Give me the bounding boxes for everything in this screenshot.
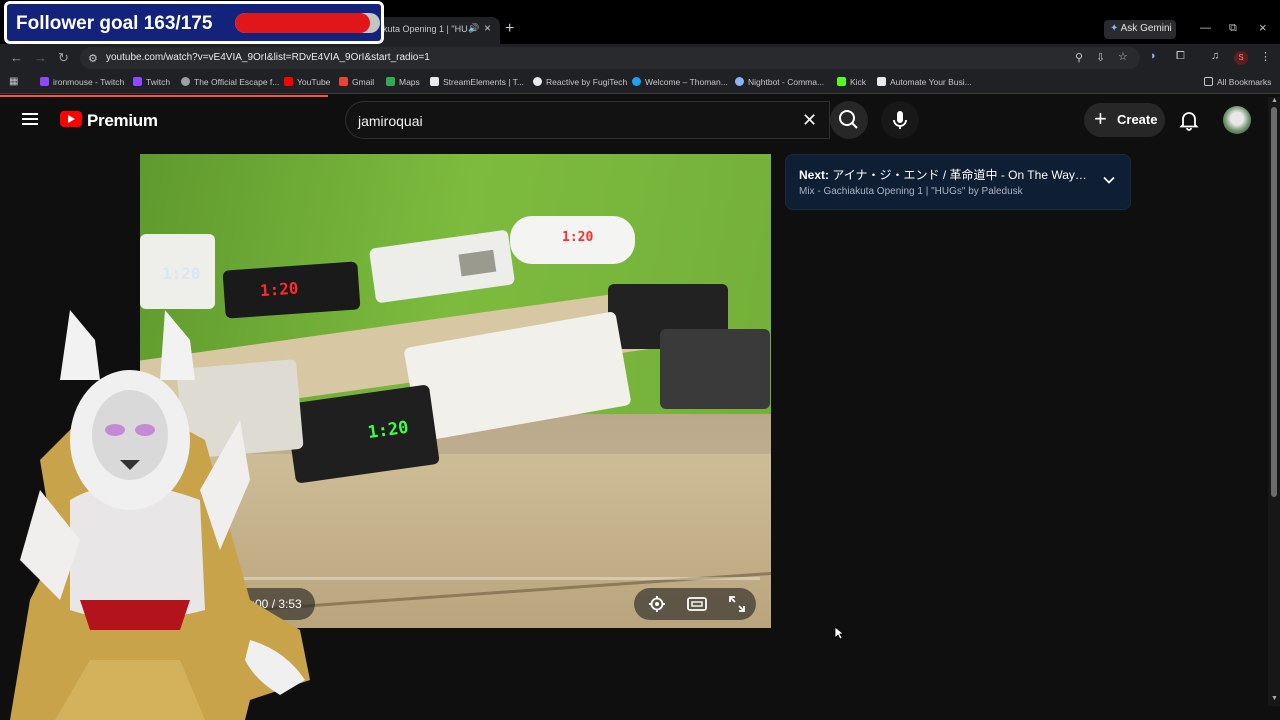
settings-gear-icon[interactable]	[648, 595, 666, 613]
streamelements-icon	[430, 77, 439, 86]
bookmarks-bar: ▦ ironmouse - Twitch Twitch The Official…	[0, 72, 1280, 94]
restore-icon[interactable]: ⧉	[1229, 22, 1237, 35]
install-icon[interactable]: ⇩	[1096, 51, 1105, 64]
follower-goal-widget: Follower goal 163/175	[4, 1, 384, 44]
thoman-icon	[632, 77, 641, 86]
create-label: Create	[1117, 112, 1158, 127]
scroll-down-icon[interactable]: ▼	[1271, 695, 1278, 702]
fullscreen-icon[interactable]	[728, 595, 746, 613]
kick-icon	[837, 77, 846, 86]
bookmark-automate[interactable]: Automate Your Busi...	[877, 77, 972, 87]
bookmark-kick[interactable]: Kick	[837, 77, 866, 87]
create-button[interactable]: + Create	[1084, 103, 1165, 137]
voice-search-button[interactable]	[881, 101, 919, 139]
scroll-thumb[interactable]	[1271, 107, 1277, 497]
youtube-icon	[284, 77, 293, 86]
video-frame-clock: 1:20	[140, 234, 215, 309]
player-controls	[634, 588, 756, 620]
reload-icon[interactable]: ↻	[58, 50, 69, 66]
youtube-header: Premium jamiroquai ✕ + Create	[0, 97, 1268, 143]
new-tab-button[interactable]: +	[505, 20, 514, 38]
chevron-down-icon[interactable]	[1102, 173, 1116, 187]
folder-icon	[1204, 77, 1213, 86]
bookmark-youtube[interactable]: YouTube	[284, 77, 330, 87]
menu-kebab-icon[interactable]: ⋮	[1260, 50, 1271, 63]
bookmark-escape[interactable]: The Official Escape f...	[181, 77, 279, 87]
nightbot-icon	[735, 77, 744, 86]
bookmark-streamelements[interactable]: StreamElements | T...	[430, 77, 524, 87]
speaker-icon[interactable]: 🔊	[468, 23, 479, 34]
account-avatar[interactable]	[1223, 106, 1251, 134]
video-frame-clock	[660, 329, 770, 409]
bookmark-reactive[interactable]: Reactive by FugiTech	[533, 77, 627, 87]
up-next-title: Next: アイナ・ジ・エンド / 革命道中 - On The Way [O..…	[799, 166, 1089, 183]
search-input[interactable]: jamiroquai ✕	[345, 101, 830, 139]
scroll-up-icon[interactable]: ▲	[1271, 97, 1278, 104]
up-next-subtitle: Mix - Gachiakuta Opening 1 | "HUGs" by P…	[799, 186, 1023, 197]
vtuber-lion-avatar	[10, 310, 310, 720]
page-scrollbar[interactable]: ▲ ▼	[1268, 97, 1280, 706]
theater-mode-icon[interactable]	[687, 595, 707, 613]
clock-icon	[533, 77, 542, 86]
youtube-premium-brand[interactable]: Premium	[87, 111, 158, 131]
up-next-song: アイナ・ジ・エンド / 革命道中 - On The Way [O...	[832, 168, 1089, 182]
media-control-icon[interactable]: ♫	[1211, 50, 1219, 62]
zoom-icon[interactable]: ⚲	[1075, 51, 1083, 64]
address-bar[interactable]: ⚙ youtube.com/watch?v=vE4VIA_9OrI&list=R…	[80, 47, 1140, 69]
twitch-icon	[133, 77, 142, 86]
twitch-icon	[40, 77, 49, 86]
browser-toolbar: ← → ↻ ⚙ youtube.com/watch?v=vE4VIA_9OrI&…	[0, 44, 1280, 72]
maps-icon	[386, 77, 395, 86]
microphone-icon	[893, 111, 907, 129]
minimize-icon[interactable]: —	[1200, 22, 1211, 34]
extension-icon[interactable]: ◗	[1150, 50, 1157, 62]
tiktok-icon	[877, 77, 886, 86]
extensions-puzzle-icon[interactable]: ⧠	[1176, 50, 1185, 63]
gemini-icon: ✦	[1110, 23, 1119, 34]
ask-gemini-button[interactable]: ✦ Ask Gemini	[1104, 20, 1176, 39]
forward-icon[interactable]: →	[34, 50, 47, 65]
search-query: jamiroquai	[358, 113, 423, 129]
youtube-logo-icon[interactable]	[60, 111, 82, 127]
window-close-icon[interactable]: ×	[1259, 20, 1267, 35]
bookmark-thoman[interactable]: Welcome – Thoman...	[632, 77, 728, 87]
gear-icon	[181, 77, 190, 86]
gmail-icon	[339, 77, 348, 86]
bookmark-maps[interactable]: Maps	[386, 77, 420, 87]
profile-avatar[interactable]: S	[1234, 51, 1248, 65]
bookmark-ironmouse[interactable]: ironmouse - Twitch	[40, 77, 124, 87]
video-frame-clock: 1:20	[510, 216, 635, 264]
up-next-card[interactable]: Next: アイナ・ジ・エンド / 革命道中 - On The Way [O..…	[785, 154, 1131, 210]
url-text: youtube.com/watch?v=vE4VIA_9OrI&list=RDv…	[106, 52, 430, 63]
clear-search-icon[interactable]: ✕	[802, 110, 817, 131]
search-button[interactable]	[830, 101, 868, 139]
notifications-bell-icon[interactable]	[1176, 107, 1202, 133]
back-icon[interactable]: ←	[10, 50, 23, 65]
follower-goal-fill	[235, 13, 371, 33]
tab-youtube-active[interactable]: akuta Opening 1 | "HUG 🔊 ×	[372, 17, 500, 44]
bookmark-gmail[interactable]: Gmail	[339, 77, 374, 87]
hamburger-menu-icon[interactable]	[22, 113, 38, 125]
follower-goal-label: Follower goal 163/175	[16, 13, 213, 34]
bookmark-star-icon[interactable]: ☆	[1118, 50, 1128, 63]
tab-close-icon[interactable]: ×	[484, 21, 491, 35]
apps-grid-icon[interactable]: ▦	[9, 76, 18, 87]
ask-gemini-label: Ask Gemini	[1120, 23, 1172, 34]
mouse-cursor-icon	[834, 626, 844, 640]
tab-title: akuta Opening 1 | "HUG	[378, 24, 468, 34]
search-icon	[839, 110, 858, 129]
site-info-icon[interactable]: ⚙	[88, 52, 98, 65]
follower-goal-progress	[235, 13, 380, 33]
up-next-prefix: Next:	[799, 168, 830, 182]
plus-icon: +	[1094, 106, 1107, 131]
bookmark-nightbot[interactable]: Nightbot - Comma...	[735, 77, 824, 87]
all-bookmarks[interactable]: All Bookmarks	[1204, 77, 1271, 87]
bookmark-twitch[interactable]: Twitch	[133, 77, 170, 87]
